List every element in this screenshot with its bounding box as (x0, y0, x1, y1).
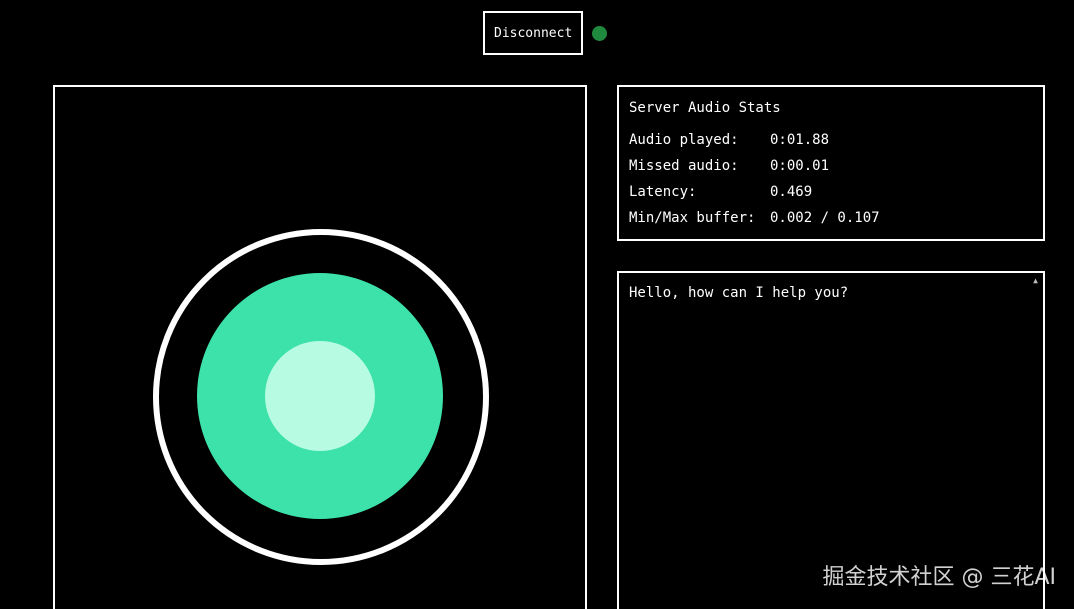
stats-value: 0:01.88 (770, 132, 830, 148)
stats-title: Server Audio Stats (629, 100, 781, 116)
top-bar: Disconnect (483, 11, 608, 55)
stats-value: 0.469 (770, 184, 813, 200)
server-audio-stats-panel: Server Audio Stats Audio played: 0:01.88 … (617, 85, 1045, 241)
stats-label: Min/Max buffer: (629, 210, 756, 226)
stats-row-audio-played: Audio played: 0:01.88 (629, 127, 1033, 153)
stats-value: 0:00.01 (770, 158, 830, 174)
stats-label: Missed audio: (629, 158, 739, 174)
stats-row-latency: Latency: 0.469 (629, 179, 1033, 205)
app-root: Disconnect Server Audio Stats Audio play… (0, 0, 1074, 609)
visualizer-inner-circle (265, 341, 375, 451)
disconnect-button[interactable]: Disconnect (483, 11, 584, 55)
triangle-up-icon[interactable]: ▲ (1033, 276, 1038, 285)
audio-visualizer-panel (53, 85, 587, 609)
transcript-message: Hello, how can I help you? (629, 285, 849, 301)
stats-value: 0.002 / 0.107 (770, 210, 880, 226)
stats-label: Audio played: (629, 132, 739, 148)
watermark: 掘金技术社区 @ 三花AI (822, 565, 1056, 590)
stats-label: Latency: (629, 184, 697, 200)
stats-row-missed-audio: Missed audio: 0:00.01 (629, 153, 1033, 179)
connection-status-indicator (592, 25, 608, 41)
stats-row-min-max-buffer: Min/Max buffer: 0.002 / 0.107 (629, 205, 1033, 231)
